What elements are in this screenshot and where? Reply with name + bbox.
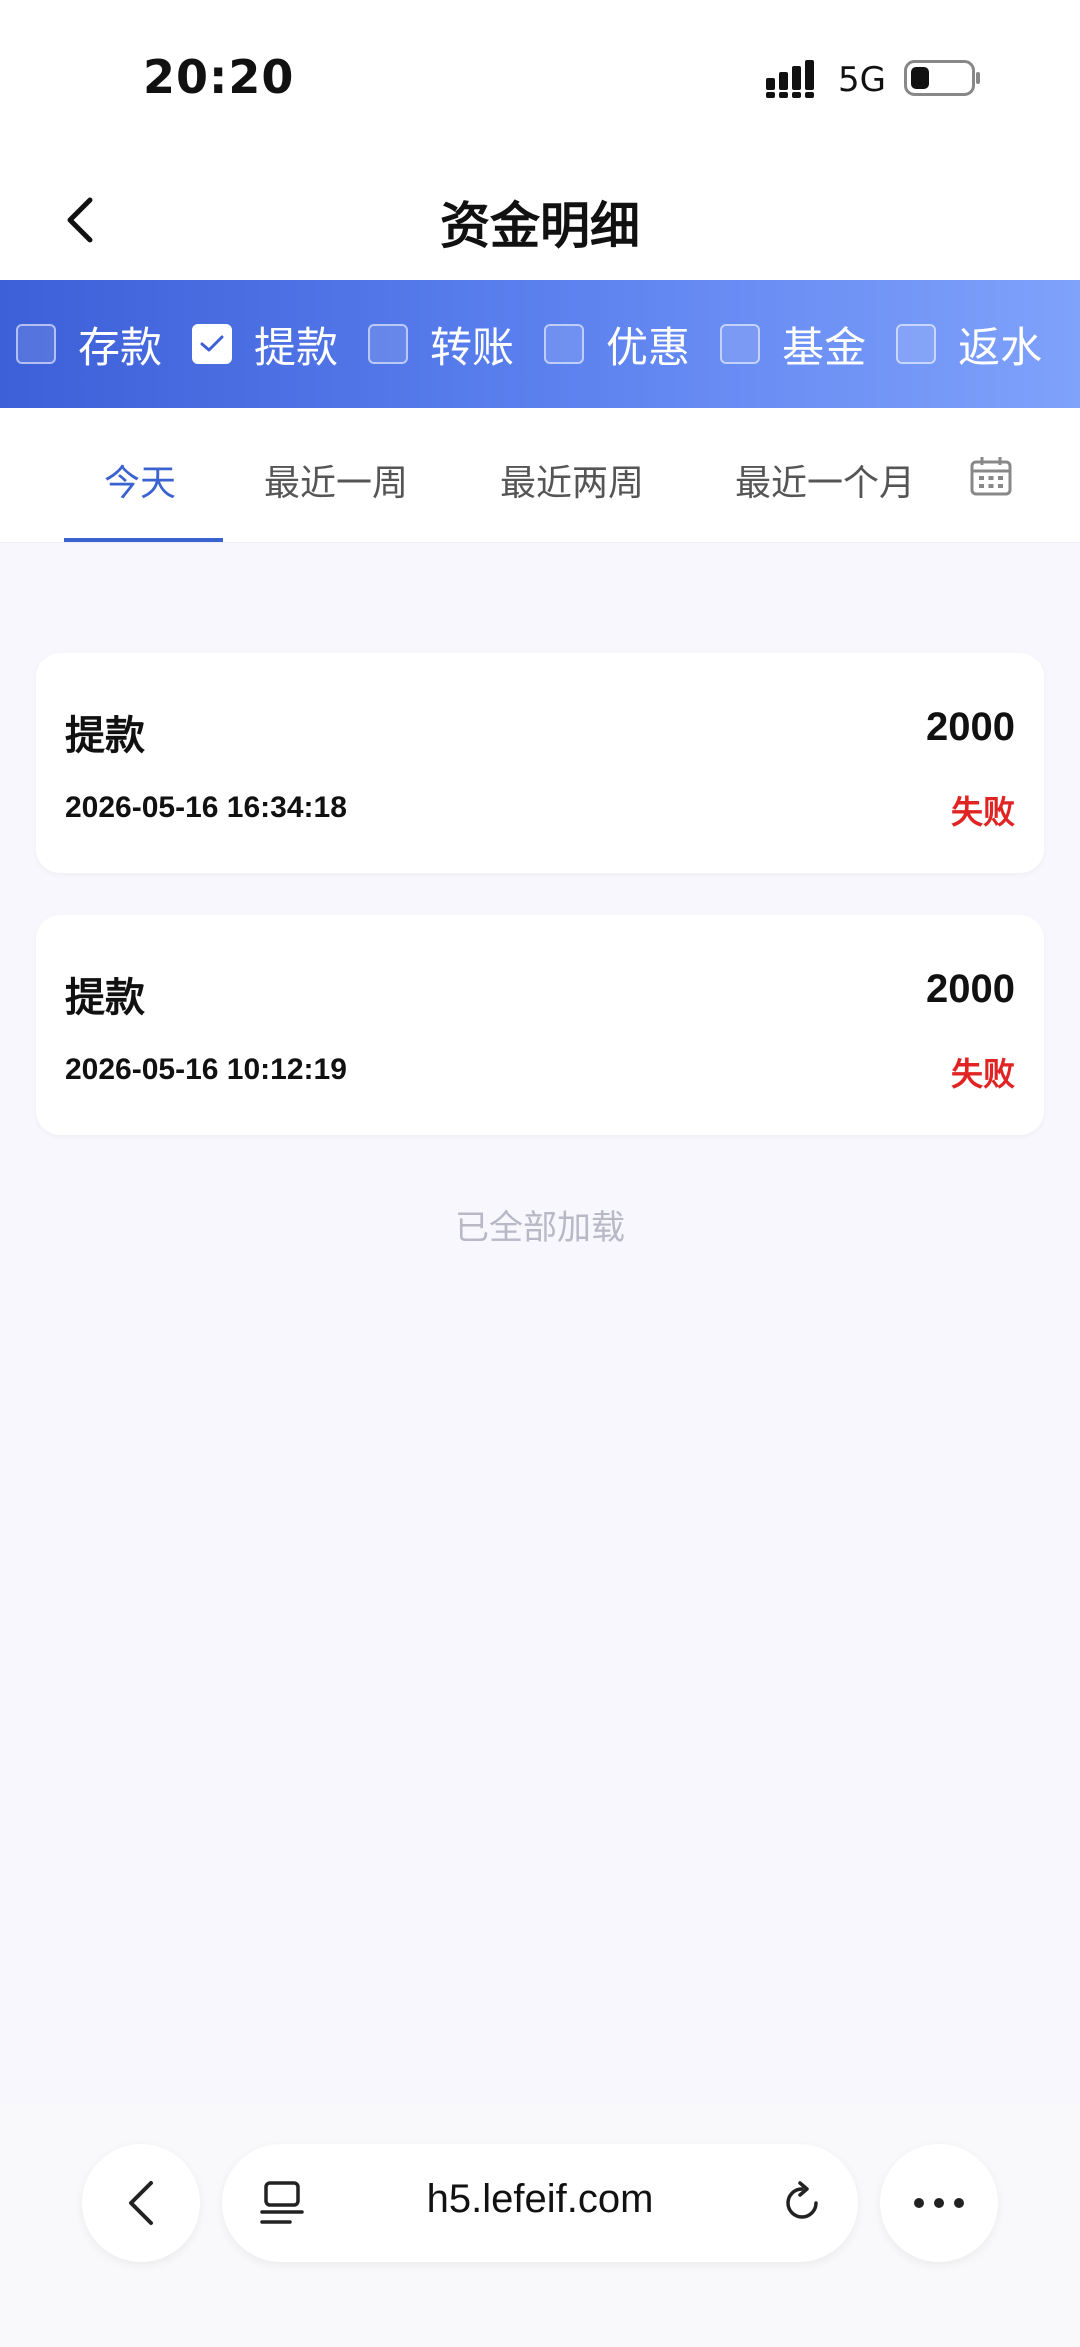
- checkbox-icon[interactable]: [368, 324, 409, 364]
- checkbox-icon[interactable]: [720, 324, 761, 364]
- record-amount: 2000: [926, 967, 1015, 1011]
- filter-bar: 存款 提款 转账 优惠 基金 返水: [0, 280, 1080, 408]
- active-tab-indicator: [64, 538, 223, 542]
- back-icon: [129, 2181, 153, 2225]
- url-text[interactable]: h5.lefeif.com: [222, 2177, 858, 2222]
- status-time: 20:20: [143, 50, 295, 104]
- record-status: 失败: [950, 793, 1015, 831]
- filter-deposit[interactable]: 存款: [16, 314, 162, 375]
- more-icon: [914, 2198, 964, 2208]
- record-card[interactable]: 提款 2000 2026-05-16 16:34:18 失败: [36, 653, 1044, 873]
- reload-icon[interactable]: [780, 2181, 824, 2225]
- signal-icon: [766, 60, 814, 98]
- record-list: 提款 2000 2026-05-16 16:34:18 失败 提款 2000 2…: [0, 580, 1080, 2100]
- filter-label: 提款: [254, 322, 339, 372]
- tab-last-two-weeks[interactable]: 最近两周: [500, 454, 644, 506]
- status-bar: 20:20 5G: [0, 0, 1080, 160]
- tab-last-week[interactable]: 最近一周: [264, 454, 408, 506]
- filter-withdraw[interactable]: 提款: [192, 314, 338, 375]
- record-time: 2026-05-16 16:34:18: [65, 791, 347, 824]
- filter-label: 存款: [78, 322, 163, 372]
- filter-promotion[interactable]: 优惠: [544, 314, 690, 375]
- record-amount: 2000: [926, 705, 1015, 749]
- page-title: 资金明细: [440, 197, 640, 255]
- record-time: 2026-05-16 10:12:19: [65, 1053, 347, 1086]
- battery-icon: [904, 60, 980, 96]
- record-card[interactable]: 提款 2000 2026-05-16 10:12:19 失败: [36, 915, 1044, 1135]
- filter-label: 转账: [430, 322, 515, 372]
- browser-toolbar: h5.lefeif.com: [0, 2104, 1080, 2347]
- checkmark-icon: [200, 335, 224, 352]
- tab-today[interactable]: 今天: [104, 454, 176, 506]
- nav-bar: 资金明细: [0, 160, 1080, 280]
- filter-label: 返水: [958, 322, 1043, 372]
- filter-label: 基金: [782, 322, 867, 372]
- record-status: 失败: [950, 1055, 1015, 1093]
- browser-back-button[interactable]: [82, 2144, 200, 2262]
- checkbox-checked-icon[interactable]: [192, 324, 233, 364]
- date-range-tabs: 今天 最近一周 最近两周 最近一个月: [0, 408, 1080, 543]
- filter-label: 优惠: [606, 322, 691, 372]
- calendar-icon[interactable]: [970, 456, 1012, 496]
- checkbox-icon[interactable]: [544, 324, 585, 364]
- network-label: 5G: [838, 60, 886, 100]
- checkbox-icon[interactable]: [896, 324, 937, 364]
- tab-last-month[interactable]: 最近一个月: [735, 454, 915, 506]
- more-button[interactable]: [880, 2144, 998, 2262]
- checkbox-icon[interactable]: [16, 324, 56, 364]
- record-type: 提款: [65, 975, 145, 1021]
- record-type: 提款: [65, 713, 145, 759]
- address-bar[interactable]: h5.lefeif.com: [222, 2144, 858, 2262]
- filter-rebate[interactable]: 返水: [896, 314, 1042, 375]
- filter-fund[interactable]: 基金: [720, 314, 866, 375]
- list-footer: 已全部加载: [455, 1208, 625, 1248]
- filter-transfer[interactable]: 转账: [368, 314, 514, 375]
